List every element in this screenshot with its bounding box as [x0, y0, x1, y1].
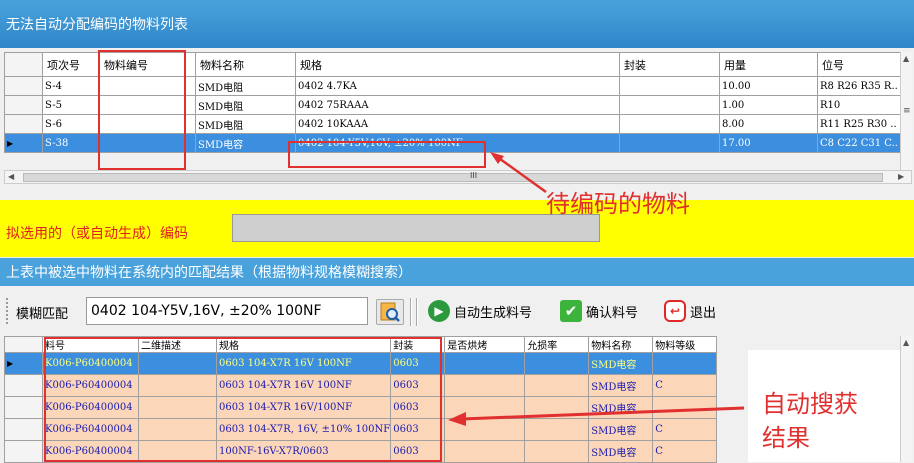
row-header-corner: [4, 52, 43, 77]
fuzzy-match-input[interactable]: 0402 104-Y5V,16V, ±20% 100NF: [86, 297, 368, 325]
annotation-arrow-icon: [490, 152, 547, 194]
check-icon: ✔: [560, 300, 582, 322]
search-icon: [380, 302, 400, 322]
table-cell[interactable]: S-4: [42, 76, 100, 96]
table-cell[interactable]: SMD电容: [588, 352, 654, 375]
table-cell[interactable]: [524, 440, 590, 463]
scroll-right-icon[interactable]: ▶: [898, 172, 904, 181]
scroll-grip-icon[interactable]: ≡: [903, 106, 911, 116]
exit-label: 退出: [690, 305, 717, 321]
table-cell[interactable]: 1.00: [719, 95, 818, 115]
table-cell[interactable]: C: [652, 374, 718, 397]
row-header[interactable]: [4, 76, 43, 96]
table-cell[interactable]: 0402 10KAAA: [295, 114, 620, 134]
play-icon: ▶: [428, 300, 450, 322]
table-cell[interactable]: [619, 133, 720, 153]
row-header-corner: [4, 336, 43, 353]
column-header[interactable]: 允损率: [524, 336, 590, 353]
table-cell[interactable]: R11 R25 R30 ..: [817, 114, 901, 134]
table-cell[interactable]: S-5: [42, 95, 100, 115]
window-title: 无法自动分配编码的物料列表: [6, 17, 188, 33]
toolbar-separator: [410, 298, 412, 326]
column-header[interactable]: 是否烘烤: [444, 336, 526, 353]
table-cell[interactable]: SMD电容: [195, 133, 296, 153]
exit-icon: ↩: [664, 300, 686, 322]
row-header[interactable]: [4, 418, 43, 441]
toolbar: 模糊匹配 0402 104-Y5V,16V, ±20% 100NF ▶ 自动生成…: [0, 288, 914, 334]
annotation-box-results: [44, 337, 442, 462]
column-header[interactable]: 位号: [817, 52, 901, 77]
section-divider: [0, 186, 914, 200]
toolbar-grip[interactable]: [6, 298, 9, 324]
annotation-box-spec: [288, 141, 486, 168]
match-results-title: 上表中被选中物料在系统内的匹配结果（根据物料规格模糊搜索）: [6, 265, 412, 281]
auto-generate-label: 自动生成料号: [454, 305, 533, 321]
row-header[interactable]: [4, 440, 43, 463]
row-header[interactable]: [4, 374, 43, 397]
table-cell[interactable]: SMD电容: [588, 374, 654, 397]
annotation-box-material-code: [98, 50, 186, 170]
table-cell[interactable]: [444, 352, 526, 375]
search-button[interactable]: [376, 299, 404, 325]
table-cell[interactable]: R10: [817, 95, 901, 115]
row-pointer-icon[interactable]: ▶: [4, 133, 43, 153]
auto-generate-button[interactable]: ▶ 自动生成料号: [428, 300, 532, 322]
row-pointer-icon[interactable]: ▶: [4, 352, 43, 375]
annotation-arrow-icon: [448, 406, 745, 426]
column-header[interactable]: 用量: [719, 52, 818, 77]
table-cell[interactable]: SMD电阻: [195, 95, 296, 115]
table-cell[interactable]: [652, 352, 718, 375]
toolbar-separator: [416, 298, 418, 326]
code-input[interactable]: [232, 214, 600, 242]
exit-button[interactable]: ↩ 退出: [664, 300, 716, 322]
confirm-button[interactable]: ✔ 确认料号: [560, 300, 638, 322]
table-cell[interactable]: 0402 4.7KA: [295, 76, 620, 96]
table-cell[interactable]: [444, 440, 526, 463]
table-cell[interactable]: C8 C22 C31 C..: [817, 133, 901, 153]
window-title-bar: 无法自动分配编码的物料列表: [0, 0, 914, 48]
table-cell[interactable]: [619, 114, 720, 134]
column-header[interactable]: 物料名称: [195, 52, 296, 77]
horizontal-scrollbar[interactable]: ◀ III ▶: [4, 170, 912, 184]
column-header[interactable]: 规格: [295, 52, 620, 77]
code-selection-bar: 拟选用的（或自动生成）编码: [0, 200, 914, 257]
column-header[interactable]: 项次号: [42, 52, 100, 77]
row-header[interactable]: [4, 114, 43, 134]
table-cell[interactable]: SMD电容: [588, 440, 654, 463]
scroll-left-icon[interactable]: ◀: [8, 172, 14, 181]
match-results-header: 上表中被选中物料在系统内的匹配结果（根据物料规格模糊搜索）: [0, 258, 914, 286]
annotation-auto-results-line2: 结果: [762, 424, 810, 452]
table-cell[interactable]: [524, 352, 590, 375]
table-cell[interactable]: SMD电阻: [195, 114, 296, 134]
table-cell[interactable]: [524, 374, 590, 397]
table-cell[interactable]: [444, 374, 526, 397]
table-cell[interactable]: R8 R26 R35 R..: [817, 76, 901, 96]
scroll-grip: III: [470, 171, 478, 180]
scroll-up-icon[interactable]: ▲: [903, 54, 909, 63]
annotation-pending-materials: 待编码的物料: [546, 190, 690, 218]
table-cell[interactable]: 10.00: [719, 76, 818, 96]
table-cell[interactable]: S-38: [42, 133, 100, 153]
scroll-thumb[interactable]: III: [23, 171, 883, 182]
confirm-label: 确认料号: [586, 305, 639, 321]
table-cell[interactable]: SMD电阻: [195, 76, 296, 96]
column-header[interactable]: 物料名称: [588, 336, 654, 353]
row-header[interactable]: [4, 95, 43, 115]
column-header[interactable]: 物料等级: [652, 336, 718, 353]
table-cell[interactable]: 8.00: [719, 114, 818, 134]
vertical-scrollbar[interactable]: ▲: [900, 336, 912, 462]
vertical-scrollbar[interactable]: ▲ ≡: [900, 52, 912, 170]
table-cell[interactable]: [619, 95, 720, 115]
row-header[interactable]: [4, 396, 43, 419]
code-label: 拟选用的（或自动生成）编码: [6, 226, 188, 242]
column-header[interactable]: 封装: [619, 52, 720, 77]
table-cell[interactable]: [619, 76, 720, 96]
table-cell[interactable]: 17.00: [719, 133, 818, 153]
table-cell[interactable]: 0402 75RAAA: [295, 95, 620, 115]
annotation-auto-results-line1: 自动搜获: [762, 390, 858, 418]
table-cell[interactable]: C: [652, 440, 718, 463]
fuzzy-match-label: 模糊匹配: [16, 307, 69, 322]
table-cell[interactable]: S-6: [42, 114, 100, 134]
scroll-up-icon[interactable]: ▲: [903, 338, 909, 347]
